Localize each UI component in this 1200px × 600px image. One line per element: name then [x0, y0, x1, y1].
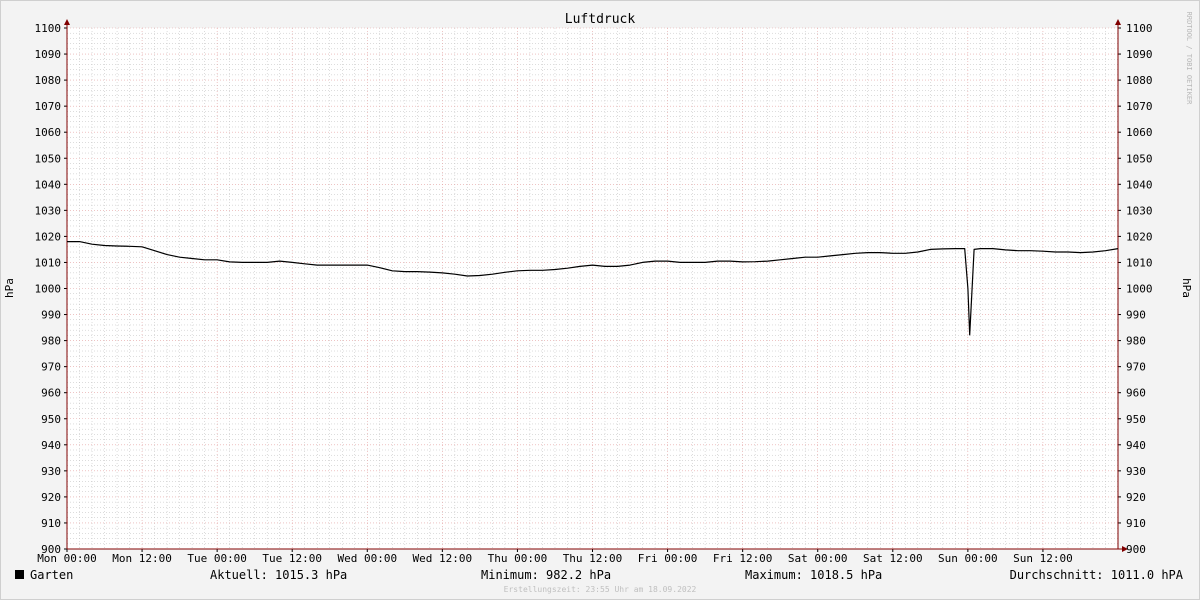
y-tick-label-right: 990	[1126, 309, 1146, 322]
legend-current: Aktuell: 1015.3 hPa	[210, 568, 347, 582]
y-tick-label-left: 1050	[35, 152, 62, 165]
y-tick-label-right: 930	[1126, 465, 1146, 478]
y-tick-label-right: 1010	[1126, 256, 1153, 269]
y-tick-label-right: 920	[1126, 491, 1146, 504]
y-tick-label-left: 930	[41, 465, 61, 478]
y-tick-label-left: 1090	[35, 48, 62, 61]
y-tick-label-left: 920	[41, 491, 61, 504]
x-tick-label: Mon 00:00	[37, 552, 97, 565]
footer-created: Erstellungszeit: 23:55 Uhr am 18.09.2022	[504, 585, 697, 594]
y-axis-label-left: hPa	[3, 278, 16, 298]
x-tick-label: Sun 00:00	[938, 552, 998, 565]
y-tick-label-left: 1080	[35, 74, 62, 87]
watermark-text: RRDTOOL / TOBI OETIKER	[1185, 12, 1193, 106]
y-tick-label-left: 1000	[35, 283, 62, 296]
y-tick-label-right: 1020	[1126, 230, 1153, 243]
y-tick-label-right: 1040	[1126, 178, 1153, 191]
y-tick-label-left: 1020	[35, 230, 62, 243]
y-tick-label-left: 960	[41, 387, 61, 400]
x-tick-label: Wed 00:00	[337, 552, 397, 565]
x-tick-label: Sat 00:00	[788, 552, 848, 565]
y-tick-label-right: 1050	[1126, 152, 1153, 165]
y-tick-label-left: 950	[41, 413, 61, 426]
legend-maximum: Maximum: 1018.5 hPa	[745, 568, 882, 582]
y-tick-label-right: 1000	[1126, 283, 1153, 296]
x-tick-label: Tue 12:00	[262, 552, 322, 565]
x-tick-label: Mon 12:00	[112, 552, 172, 565]
legend-average: Durchschnitt: 1011.0 hPA	[1010, 568, 1184, 582]
y-tick-label-right: 1090	[1126, 48, 1153, 61]
y-tick-label-left: 1040	[35, 178, 62, 191]
legend-swatch	[15, 570, 24, 579]
y-tick-label-right: 960	[1126, 387, 1146, 400]
y-tick-label-right: 900	[1126, 543, 1146, 556]
x-tick-label: Thu 00:00	[488, 552, 548, 565]
y-tick-label-right: 980	[1126, 335, 1146, 348]
y-tick-label-right: 1080	[1126, 74, 1153, 87]
chart-title: Luftdruck	[565, 12, 636, 27]
y-tick-label-left: 1070	[35, 100, 62, 113]
y-tick-label-left: 1030	[35, 204, 62, 217]
x-tick-label: Tue 00:00	[187, 552, 247, 565]
x-tick-label: Fri 00:00	[638, 552, 698, 565]
y-tick-label-left: 980	[41, 335, 61, 348]
y-tick-label-right: 910	[1126, 517, 1146, 530]
y-tick-label-right: 1030	[1126, 204, 1153, 217]
x-tick-label: Thu 12:00	[563, 552, 623, 565]
x-tick-label: Sun 12:00	[1013, 552, 1073, 565]
y-tick-label-left: 940	[41, 439, 61, 452]
y-tick-label-left: 1060	[35, 126, 62, 139]
x-tick-label: Sat 12:00	[863, 552, 923, 565]
legend-minimum: Minimum: 982.2 hPa	[481, 568, 611, 582]
y-tick-label-right: 970	[1126, 361, 1146, 374]
legend-series-name: Garten	[30, 568, 73, 582]
y-tick-label-right: 950	[1126, 413, 1146, 426]
y-tick-label-right: 940	[1126, 439, 1146, 452]
chart: 900 900910 910920 920930 930940 940950 950960 9…	[0, 0, 1200, 600]
y-axis-label-right: hPa	[1180, 278, 1193, 298]
x-tick-label: Fri 12:00	[713, 552, 773, 565]
y-tick-label-right: 1070	[1126, 100, 1153, 113]
y-tick-label-left: 910	[41, 517, 61, 530]
y-tick-label-left: 990	[41, 309, 61, 322]
y-tick-label-right: 1100	[1126, 22, 1153, 35]
y-tick-label-left: 970	[41, 361, 61, 374]
y-tick-label-left: 1100	[35, 22, 62, 35]
y-tick-label-right: 1060	[1126, 126, 1153, 139]
x-tick-label: Wed 12:00	[413, 552, 473, 565]
y-tick-label-left: 1010	[35, 256, 62, 269]
